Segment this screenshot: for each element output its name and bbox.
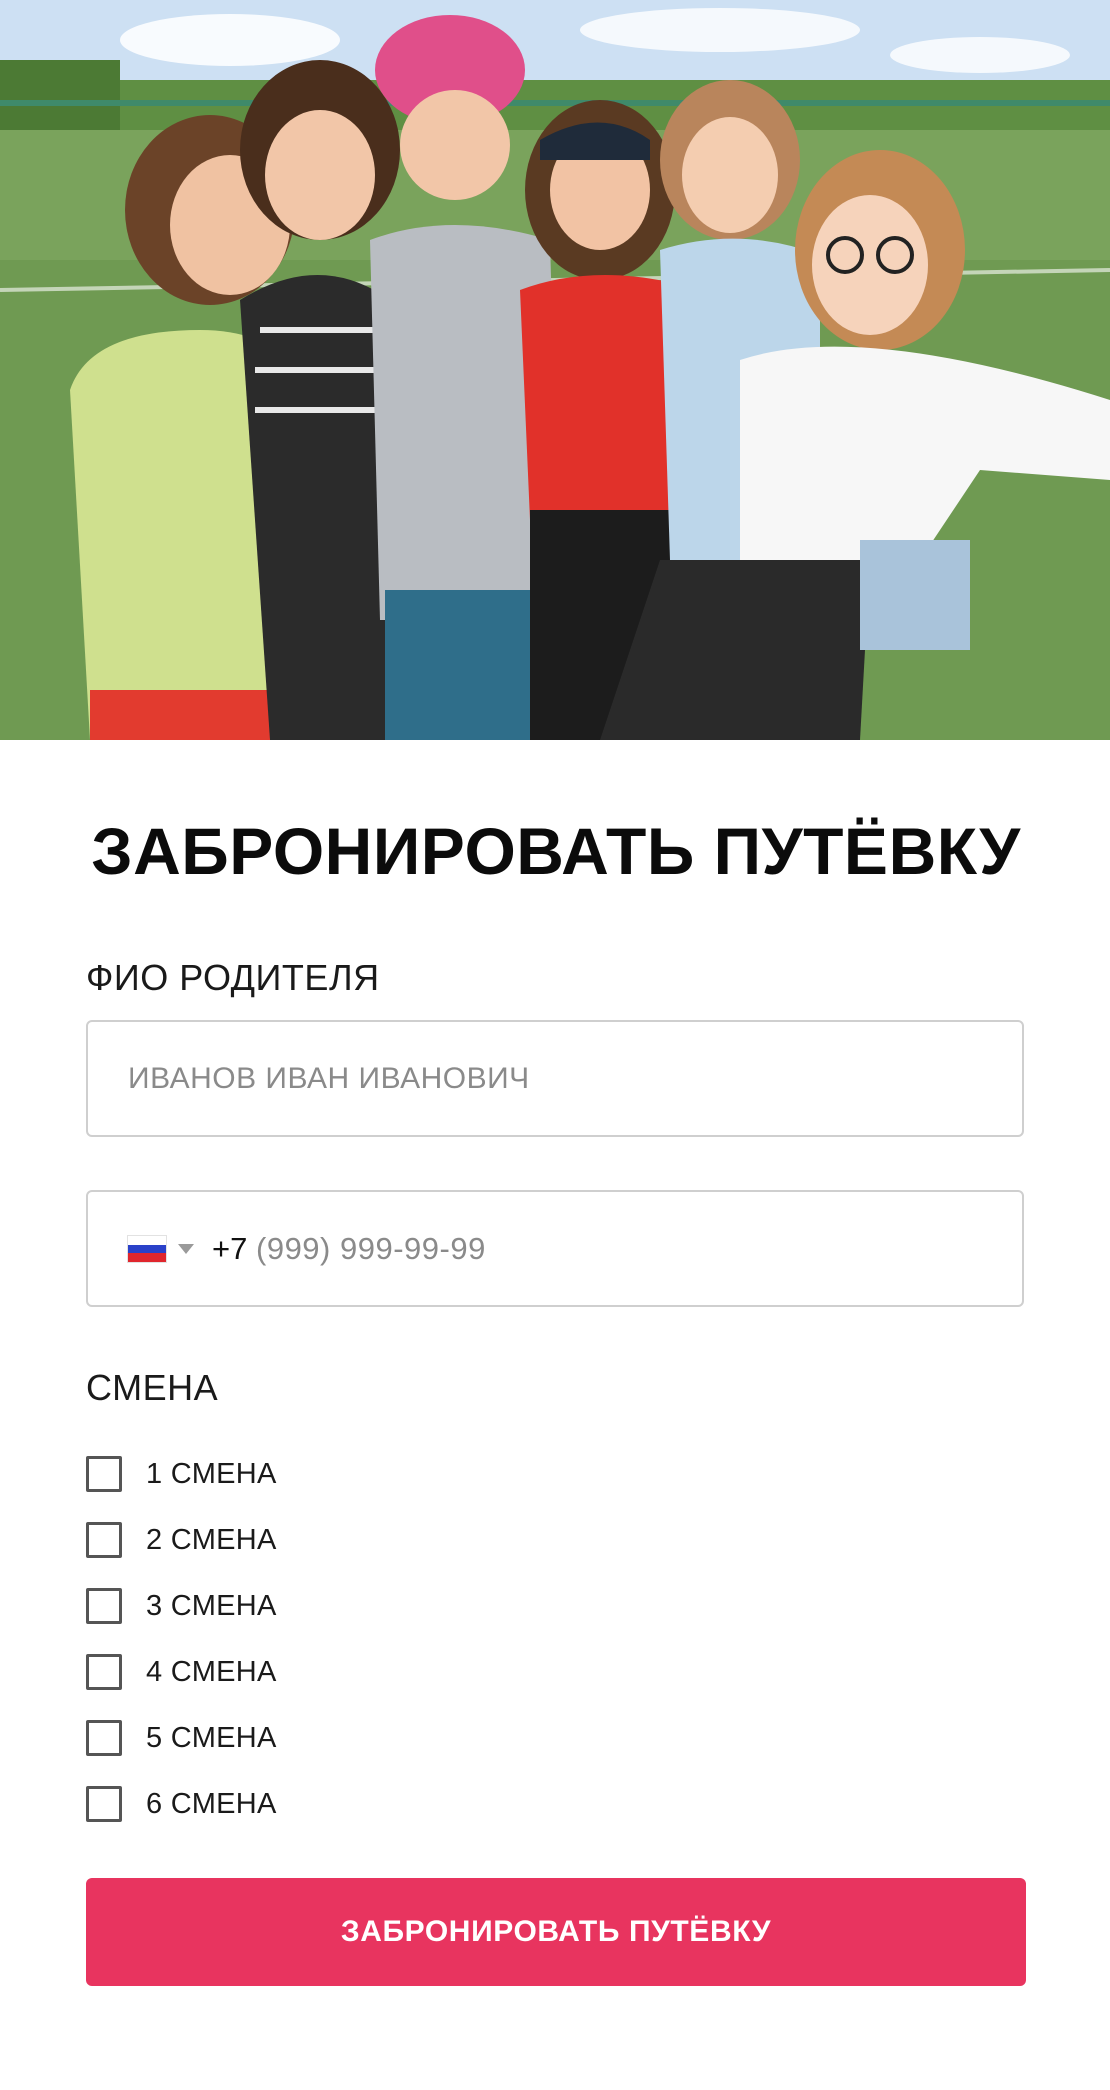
- shift-option-4[interactable]: 4 СМЕНА: [86, 1652, 486, 1692]
- shift-label: СМЕНА: [86, 1367, 219, 1408]
- shift-checkbox[interactable]: [86, 1654, 122, 1690]
- country-selector[interactable]: [128, 1234, 194, 1264]
- shift-options: 1 СМЕНА 2 СМЕНА 3 СМЕНА 4 СМЕНА 5 СМЕНА …: [86, 1454, 486, 1850]
- phone-field-container: +7: [86, 1190, 1024, 1307]
- shift-option-label: 1 СМЕНА: [146, 1457, 277, 1490]
- shift-checkbox[interactable]: [86, 1786, 122, 1822]
- phone-country-code: +7: [212, 1231, 248, 1266]
- shift-option-label: 2 СМЕНА: [146, 1523, 277, 1556]
- shift-checkbox[interactable]: [86, 1588, 122, 1624]
- shift-checkbox[interactable]: [86, 1456, 122, 1492]
- parent-name-label: ФИО РОДИТЕЛЯ: [86, 957, 380, 998]
- chevron-down-icon: [178, 1244, 194, 1254]
- shift-option-6[interactable]: 6 СМЕНА: [86, 1784, 486, 1824]
- shift-option-label: 6 СМЕНА: [146, 1787, 277, 1820]
- submit-booking-button[interactable]: ЗАБРОНИРОВАТЬ ПУТЁВКУ: [86, 1878, 1026, 1986]
- shift-option-2[interactable]: 2 СМЕНА: [86, 1520, 486, 1560]
- parent-name-input[interactable]: [128, 1022, 988, 1135]
- hero-photo: [0, 0, 1110, 740]
- shift-checkbox[interactable]: [86, 1522, 122, 1558]
- phone-input[interactable]: [256, 1192, 996, 1305]
- russia-flag-icon: [128, 1236, 166, 1263]
- shift-option-label: 5 СМЕНА: [146, 1721, 277, 1754]
- shift-option-label: 3 СМЕНА: [146, 1589, 277, 1622]
- form-title: ЗАБРОНИРОВАТЬ ПУТЁВКУ: [91, 814, 1021, 888]
- shift-option-1[interactable]: 1 СМЕНА: [86, 1454, 486, 1494]
- shift-option-5[interactable]: 5 СМЕНА: [86, 1718, 486, 1758]
- shift-checkbox[interactable]: [86, 1720, 122, 1756]
- parent-name-field-container: [86, 1020, 1024, 1137]
- shift-option-label: 4 СМЕНА: [146, 1655, 277, 1688]
- hero-photo-illustration: [0, 0, 1110, 740]
- shift-option-3[interactable]: 3 СМЕНА: [86, 1586, 486, 1626]
